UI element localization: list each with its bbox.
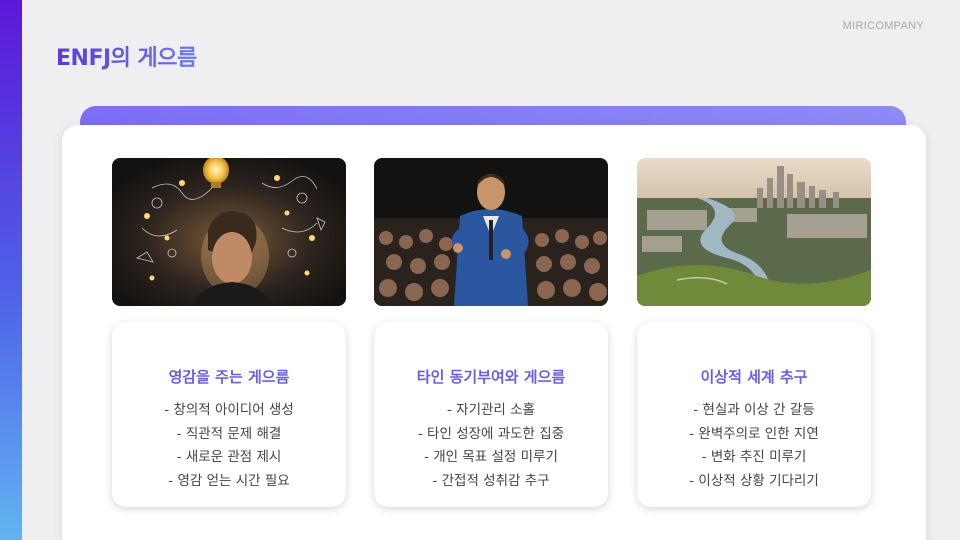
card-heading: 타인 동기부여와 게으름 — [416, 368, 566, 386]
card-bullet-list: - 자기관리 소홀 - 타인 성장에 과도한 집중 - 개인 목표 설정 미루기… — [374, 399, 608, 493]
side-accent-bar — [0, 0, 22, 540]
card-motivating-others: 타인 동기부여와 게으름 - 자기관리 소홀 - 타인 성장에 과도한 집중 -… — [374, 322, 608, 507]
speaker-audience-image — [374, 158, 608, 306]
list-item: - 영감 얻는 시간 필요 — [168, 472, 290, 489]
list-item: - 이상적 상황 기다리기 — [689, 472, 819, 489]
slide-title-text: ENFJ의 게으름 — [56, 46, 197, 71]
list-item: - 변화 추진 미루기 — [701, 449, 807, 465]
list-item: - 현실과 이상 간 갈등 — [693, 402, 815, 418]
slide-title: ENFJ의 게으름 — [56, 40, 197, 72]
city-river-image — [637, 158, 871, 306]
card-heading: 이상적 세계 추구 — [700, 368, 808, 386]
card-ideal-world: 이상적 세계 추구 - 현실과 이상 간 갈등 - 완벽주의로 인한 지연 - … — [637, 322, 871, 507]
list-item: - 완벽주의로 인한 지연 — [689, 425, 819, 442]
card-heading: 영감을 주는 게으름 — [168, 368, 290, 386]
lightbulb-ideas-image — [112, 158, 346, 306]
list-item: - 새로운 관점 제시 — [176, 449, 282, 465]
brand-label: MIRICOMPANY — [842, 20, 924, 32]
card-bullet-list: - 현실과 이상 간 갈등 - 완벽주의로 인한 지연 - 변화 추진 미루기 … — [637, 399, 871, 493]
list-item: - 직관적 문제 해결 — [176, 425, 282, 442]
list-item: - 간접적 성취감 추구 — [432, 472, 550, 489]
list-item: - 자기관리 소홀 — [447, 402, 535, 418]
card-bullet-list: - 창의적 아이디어 생성 - 직관적 문제 해결 - 새로운 관점 제시 - … — [112, 399, 346, 493]
list-item: - 창의적 아이디어 생성 — [164, 402, 294, 418]
list-item: - 개인 목표 설정 미루기 — [424, 449, 558, 465]
list-item: - 타인 성장에 과도한 집중 — [417, 425, 565, 442]
card-inspiring-laziness: 영감을 주는 게으름 - 창의적 아이디어 생성 - 직관적 문제 해결 - 새… — [112, 322, 346, 507]
